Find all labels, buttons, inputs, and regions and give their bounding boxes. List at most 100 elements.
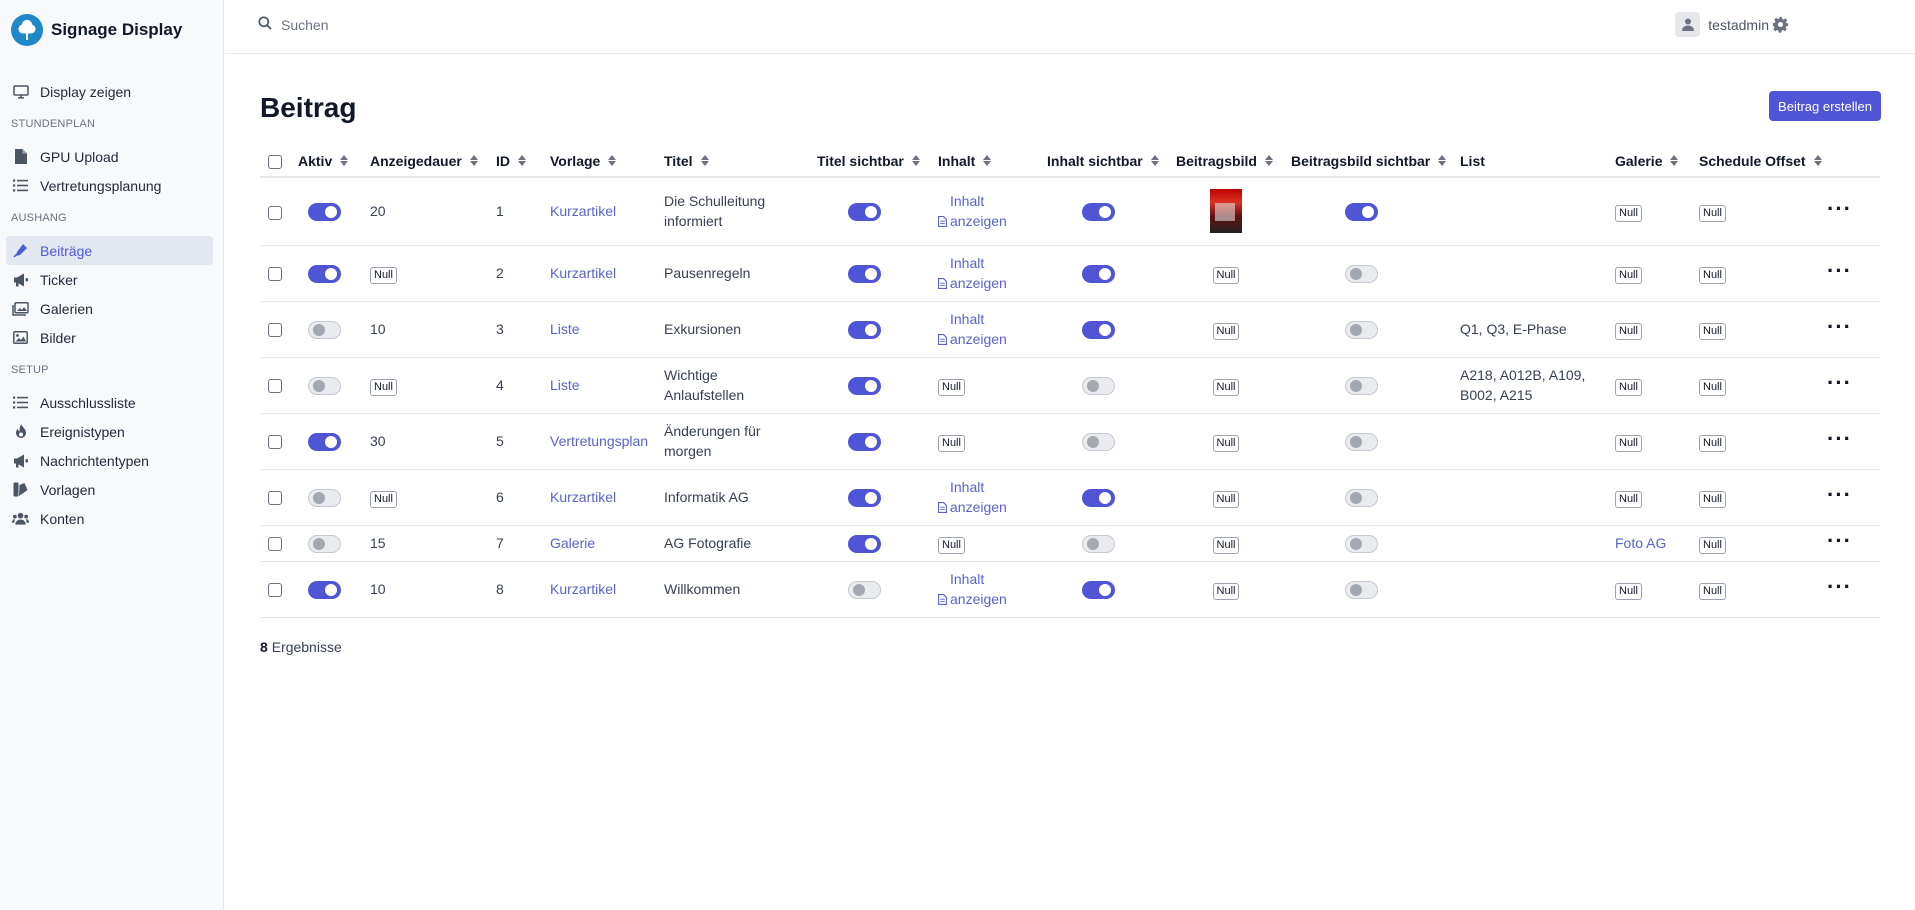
titel-sichtbar-toggle[interactable] (848, 203, 881, 222)
more-actions-icon[interactable]: ··· (1827, 482, 1852, 507)
sort-icon[interactable] (1670, 155, 1679, 166)
post-image-thumbnail[interactable] (1210, 189, 1242, 234)
beitragsbild-sichtbar-toggle[interactable] (1344, 489, 1378, 508)
aktiv-toggle[interactable] (308, 203, 341, 222)
sort-icon[interactable] (518, 155, 526, 166)
sort-icon[interactable] (340, 155, 349, 166)
vorlage-link[interactable]: Liste (550, 377, 580, 393)
column-header-aktiv[interactable]: Aktiv (298, 145, 370, 178)
sort-icon[interactable] (1150, 155, 1159, 166)
beitragsbild-sichtbar-toggle[interactable] (1344, 581, 1378, 600)
column-header-id[interactable]: ID (496, 145, 550, 178)
aktiv-toggle[interactable] (308, 581, 341, 600)
row-checkbox[interactable] (268, 379, 282, 394)
inhalt-sichtbar-toggle[interactable] (1082, 203, 1115, 222)
sidebar-item-konten[interactable]: Konten (6, 504, 213, 533)
titel-sichtbar-toggle[interactable] (848, 433, 881, 452)
more-actions-icon[interactable]: ··· (1827, 314, 1852, 339)
sidebar-item-vorlagen[interactable]: Vorlagen (6, 475, 213, 504)
column-header-galerie[interactable]: Galerie (1615, 145, 1699, 178)
sidebar-item-nachrichtentypen[interactable]: Nachrichtentypen (6, 446, 213, 475)
beitragsbild-sichtbar-toggle[interactable] (1344, 321, 1378, 340)
row-checkbox[interactable] (268, 205, 282, 220)
sidebar-item-galerien[interactable]: Galerien (6, 294, 213, 323)
sidebar-item-display-zeigen[interactable]: Display zeigen (6, 77, 213, 106)
more-actions-icon[interactable]: ··· (1827, 258, 1852, 283)
inhalt-sichtbar-toggle[interactable] (1082, 489, 1115, 508)
beitragsbild-sichtbar-toggle[interactable] (1344, 433, 1378, 452)
user-menu[interactable]: testadmin (1675, 12, 1769, 37)
vorlage-link[interactable]: Liste (550, 321, 580, 337)
column-header-anzeigedauer[interactable]: Anzeigedauer (370, 145, 496, 178)
column-header-titel-sichtbar[interactable]: Titel sichtbar (817, 145, 938, 178)
titel-sichtbar-toggle[interactable] (848, 265, 881, 284)
aktiv-toggle[interactable] (308, 433, 341, 452)
more-actions-icon[interactable]: ··· (1827, 426, 1852, 451)
titel-sichtbar-toggle[interactable] (848, 581, 881, 600)
content-link[interactable]: Inhalt anzeigen (938, 569, 1020, 609)
sort-icon[interactable] (911, 155, 920, 166)
row-checkbox[interactable] (268, 267, 282, 282)
sidebar-item-gpu-upload[interactable]: GPU Upload (6, 142, 213, 171)
column-header-beitragsbild-sichtbar[interactable]: Beitragsbild sichtbar (1291, 145, 1460, 178)
inhalt-sichtbar-toggle[interactable] (1082, 433, 1115, 452)
galerie-link[interactable]: Foto AG (1615, 535, 1666, 551)
content-link[interactable]: Inhalt anzeigen (938, 191, 1020, 231)
row-checkbox[interactable] (268, 491, 282, 506)
sort-icon[interactable] (1264, 155, 1273, 166)
aktiv-toggle[interactable] (308, 535, 341, 554)
more-actions-icon[interactable]: ··· (1827, 370, 1852, 395)
sort-icon[interactable] (1813, 155, 1822, 166)
sidebar-item-bilder[interactable]: Bilder (6, 323, 213, 352)
sort-icon[interactable] (1438, 155, 1447, 166)
sort-icon[interactable] (608, 155, 617, 166)
aktiv-toggle[interactable] (308, 321, 341, 340)
titel-sichtbar-toggle[interactable] (848, 535, 881, 554)
aktiv-toggle[interactable] (308, 265, 341, 284)
select-all-checkbox[interactable] (268, 154, 282, 169)
titel-sichtbar-toggle[interactable] (848, 377, 881, 396)
column-header-vorlage[interactable]: Vorlage (550, 145, 664, 178)
more-actions-icon[interactable]: ··· (1827, 574, 1852, 599)
brand[interactable]: Signage Display (0, 0, 223, 60)
sidebar-item-beiträge[interactable]: Beiträge (6, 236, 213, 265)
row-checkbox[interactable] (268, 537, 282, 552)
sort-icon[interactable] (983, 155, 992, 166)
titel-sichtbar-toggle[interactable] (848, 321, 881, 340)
aktiv-toggle[interactable] (308, 489, 341, 508)
inhalt-sichtbar-toggle[interactable] (1082, 377, 1115, 396)
sort-icon[interactable] (469, 155, 478, 166)
sidebar-item-vertretungsplanung[interactable]: Vertretungsplanung (6, 171, 213, 200)
vorlage-link[interactable]: Kurzartikel (550, 581, 616, 597)
vorlage-link[interactable]: Galerie (550, 535, 595, 551)
vorlage-link[interactable]: Kurzartikel (550, 489, 616, 505)
sidebar-item-ereignistypen[interactable]: Ereignistypen (6, 417, 213, 446)
row-checkbox[interactable] (268, 583, 282, 598)
vorlage-link[interactable]: Kurzartikel (550, 265, 616, 281)
sidebar-item-ausschlussliste[interactable]: Ausschlussliste (6, 388, 213, 417)
create-post-button[interactable]: Beitrag erstellen (1769, 91, 1881, 121)
content-link[interactable]: Inhalt anzeigen (938, 477, 1020, 517)
column-header-inhalt-sichtbar[interactable]: Inhalt sichtbar (1047, 145, 1176, 178)
sort-icon[interactable] (700, 155, 709, 166)
search-input[interactable] (281, 16, 581, 33)
gear-icon[interactable] (1772, 16, 1789, 36)
aktiv-toggle[interactable] (308, 377, 341, 396)
row-checkbox[interactable] (268, 435, 282, 450)
inhalt-sichtbar-toggle[interactable] (1082, 321, 1115, 340)
column-header-beitragsbild[interactable]: Beitragsbild (1176, 145, 1291, 178)
titel-sichtbar-toggle[interactable] (848, 489, 881, 508)
sidebar-item-ticker[interactable]: Ticker (6, 265, 213, 294)
beitragsbild-sichtbar-toggle[interactable] (1344, 203, 1378, 222)
beitragsbild-sichtbar-toggle[interactable] (1344, 377, 1378, 396)
inhalt-sichtbar-toggle[interactable] (1082, 265, 1115, 284)
beitragsbild-sichtbar-toggle[interactable] (1344, 535, 1378, 554)
more-actions-icon[interactable]: ··· (1827, 196, 1852, 221)
content-link[interactable]: Inhalt anzeigen (938, 253, 1020, 293)
column-header-inhalt[interactable]: Inhalt (938, 145, 1047, 178)
vorlage-link[interactable]: Kurzartikel (550, 203, 616, 219)
inhalt-sichtbar-toggle[interactable] (1082, 535, 1115, 554)
content-link[interactable]: Inhalt anzeigen (938, 309, 1020, 349)
vorlage-link[interactable]: Vertretungsplan (550, 433, 648, 449)
column-header-titel[interactable]: Titel (664, 145, 817, 178)
